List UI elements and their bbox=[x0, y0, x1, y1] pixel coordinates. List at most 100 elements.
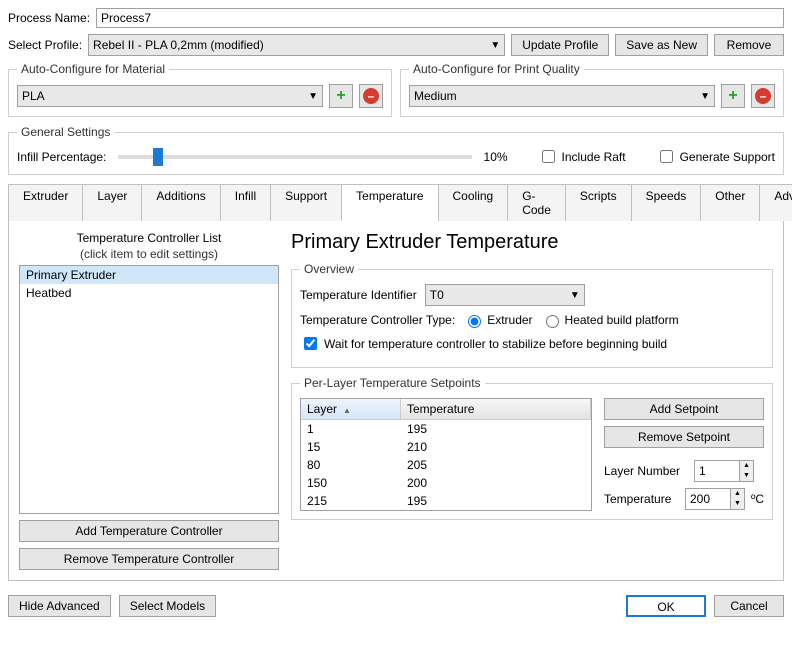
table-row[interactable]: 215195 bbox=[301, 492, 591, 510]
add-setpoint-button[interactable]: Add Setpoint bbox=[604, 398, 764, 420]
tab-infill[interactable]: Infill bbox=[220, 184, 271, 221]
quality-dropdown[interactable]: Medium ▼ bbox=[409, 85, 715, 107]
setpoint-temp-label: Temperature bbox=[604, 492, 679, 506]
list-item[interactable]: Primary Extruder bbox=[20, 266, 278, 284]
tab-g-code[interactable]: G-Code bbox=[507, 184, 566, 221]
controller-title: Primary Extruder Temperature bbox=[291, 231, 773, 254]
cell-temp: 205 bbox=[401, 456, 591, 474]
spin-down-icon[interactable]: ▼ bbox=[740, 471, 753, 481]
setpoint-temp-spinner[interactable]: ▲▼ bbox=[685, 488, 745, 510]
spin-up-icon[interactable]: ▲ bbox=[740, 461, 753, 471]
cell-layer: 1 bbox=[301, 420, 401, 438]
spin-down-icon[interactable]: ▼ bbox=[731, 499, 744, 509]
temp-identifier-value: T0 bbox=[430, 288, 444, 302]
col-temp-header[interactable]: Temperature bbox=[401, 399, 591, 419]
add-quality-button[interactable]: + bbox=[721, 84, 745, 108]
controller-listbox[interactable]: Primary ExtruderHeatbed bbox=[19, 265, 279, 514]
cell-temp: 210 bbox=[401, 438, 591, 456]
general-settings-group: General Settings Infill Percentage: 10% … bbox=[8, 125, 784, 175]
tab-layer[interactable]: Layer bbox=[82, 184, 142, 221]
cell-temp: 200 bbox=[401, 474, 591, 492]
plus-icon: + bbox=[336, 88, 345, 104]
temp-unit: ºC bbox=[751, 492, 764, 506]
overview-group: Overview Temperature Identifier T0 ▼ Tem… bbox=[291, 262, 773, 368]
radio-heated-bed[interactable]: Heated build platform bbox=[541, 312, 679, 328]
layer-number-spinner[interactable]: ▲▼ bbox=[694, 460, 754, 482]
temp-identifier-dropdown[interactable]: T0 ▼ bbox=[425, 284, 585, 306]
tab-temperature[interactable]: Temperature bbox=[341, 184, 438, 221]
hide-advanced-button[interactable]: Hide Advanced bbox=[8, 595, 111, 617]
tab-scripts[interactable]: Scripts bbox=[565, 184, 632, 221]
tab-extruder[interactable]: Extruder bbox=[8, 184, 83, 221]
process-name-input[interactable] bbox=[96, 8, 784, 28]
generate-support-checkbox[interactable]: Generate Support bbox=[656, 147, 775, 166]
update-profile-button[interactable]: Update Profile bbox=[511, 34, 609, 56]
tab-advanced[interactable]: Advanced bbox=[759, 184, 792, 221]
tab-other[interactable]: Other bbox=[700, 184, 760, 221]
tab-support[interactable]: Support bbox=[270, 184, 342, 221]
list-item[interactable]: Heatbed bbox=[20, 284, 278, 302]
wait-stabilize-checkbox[interactable]: Wait for temperature controller to stabi… bbox=[300, 334, 667, 353]
tab-additions[interactable]: Additions bbox=[141, 184, 220, 221]
tab-cooling[interactable]: Cooling bbox=[438, 184, 509, 221]
auto-configure-quality-group: Auto-Configure for Print Quality Medium … bbox=[400, 62, 784, 117]
cell-temp: 195 bbox=[401, 420, 591, 438]
select-profile-dropdown[interactable]: Rebel II - PLA 0,2mm (modified) ▼ bbox=[88, 34, 505, 56]
remove-controller-button[interactable]: Remove Temperature Controller bbox=[19, 548, 279, 570]
col-layer-header[interactable]: Layer▲ bbox=[301, 399, 401, 419]
material-dropdown[interactable]: PLA ▼ bbox=[17, 85, 323, 107]
table-row[interactable]: 150200 bbox=[301, 474, 591, 492]
setpoints-group: Per-Layer Temperature Setpoints Layer▲ T… bbox=[291, 376, 773, 520]
plus-icon: + bbox=[728, 88, 737, 104]
minus-icon: – bbox=[363, 88, 379, 104]
auto-material-legend: Auto-Configure for Material bbox=[17, 62, 169, 76]
chevron-down-icon: ▼ bbox=[490, 40, 500, 51]
select-models-button[interactable]: Select Models bbox=[119, 595, 216, 617]
add-controller-button[interactable]: Add Temperature Controller bbox=[19, 520, 279, 542]
controller-type-label: Temperature Controller Type: bbox=[300, 313, 455, 327]
cell-temp: 195 bbox=[401, 492, 591, 510]
setpoints-table[interactable]: Layer▲ Temperature 119515210802051502002… bbox=[300, 398, 592, 511]
chevron-down-icon: ▼ bbox=[700, 91, 710, 102]
controller-list-sub: (click item to edit settings) bbox=[19, 247, 279, 261]
layer-number-label: Layer Number bbox=[604, 464, 688, 478]
table-row[interactable]: 15210 bbox=[301, 438, 591, 456]
auto-quality-legend: Auto-Configure for Print Quality bbox=[409, 62, 584, 76]
sort-asc-icon: ▲ bbox=[343, 406, 351, 415]
table-row[interactable]: 1195 bbox=[301, 420, 591, 438]
temperature-tab-panel: Temperature Controller List (click item … bbox=[8, 221, 784, 581]
auto-configure-material-group: Auto-Configure for Material PLA ▼ + – bbox=[8, 62, 392, 117]
infill-label: Infill Percentage: bbox=[17, 150, 106, 164]
remove-setpoint-button[interactable]: Remove Setpoint bbox=[604, 426, 764, 448]
cell-layer: 150 bbox=[301, 474, 401, 492]
remove-profile-button[interactable]: Remove bbox=[714, 34, 784, 56]
layer-number-input[interactable] bbox=[695, 461, 739, 481]
cell-layer: 80 bbox=[301, 456, 401, 474]
add-material-button[interactable]: + bbox=[329, 84, 353, 108]
setpoint-temp-input[interactable] bbox=[686, 489, 730, 509]
save-as-new-button[interactable]: Save as New bbox=[615, 34, 708, 56]
cancel-button[interactable]: Cancel bbox=[714, 595, 784, 617]
tab-speeds[interactable]: Speeds bbox=[631, 184, 702, 221]
process-name-label: Process Name: bbox=[8, 11, 90, 25]
include-raft-checkbox[interactable]: Include Raft bbox=[538, 147, 626, 166]
select-profile-label: Select Profile: bbox=[8, 38, 82, 52]
quality-value: Medium bbox=[414, 89, 457, 103]
infill-slider[interactable] bbox=[118, 155, 471, 159]
temp-identifier-label: Temperature Identifier bbox=[300, 288, 417, 302]
chevron-down-icon: ▼ bbox=[570, 290, 580, 301]
general-legend: General Settings bbox=[17, 125, 114, 139]
overview-legend: Overview bbox=[300, 262, 358, 276]
ok-button[interactable]: OK bbox=[626, 595, 706, 617]
cell-layer: 15 bbox=[301, 438, 401, 456]
chevron-down-icon: ▼ bbox=[308, 91, 318, 102]
spin-up-icon[interactable]: ▲ bbox=[731, 489, 744, 499]
remove-quality-button[interactable]: – bbox=[751, 84, 775, 108]
setpoints-legend: Per-Layer Temperature Setpoints bbox=[300, 376, 485, 390]
material-value: PLA bbox=[22, 89, 45, 103]
controller-list-title: Temperature Controller List bbox=[19, 231, 279, 245]
radio-extruder[interactable]: Extruder bbox=[463, 312, 532, 328]
remove-material-button[interactable]: – bbox=[359, 84, 383, 108]
minus-icon: – bbox=[755, 88, 771, 104]
table-row[interactable]: 80205 bbox=[301, 456, 591, 474]
